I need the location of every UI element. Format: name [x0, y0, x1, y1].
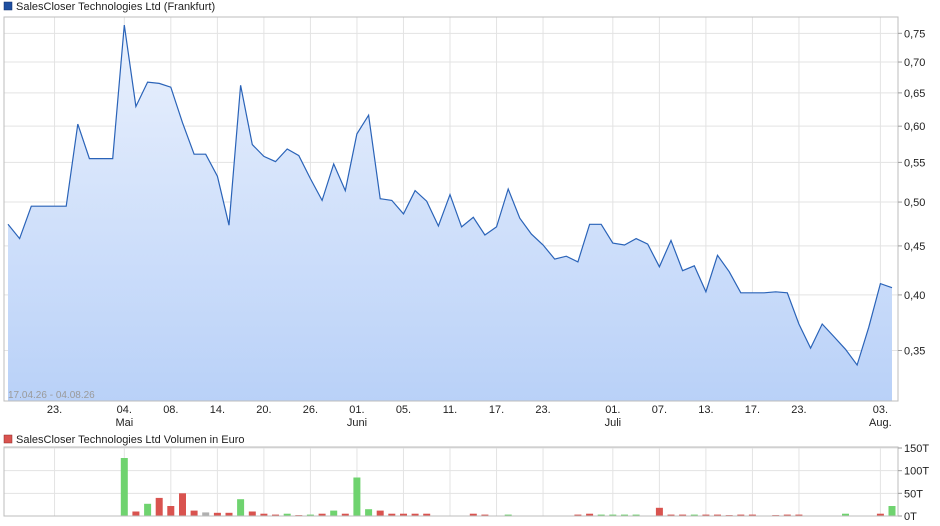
volume-bar: [365, 509, 373, 516]
price-y-tick-label: 0,50: [904, 197, 925, 209]
price-x-axis: 23. 04.Mai08. 14. 20. 26. 01.Juni05. 11. 17. 23.…: [47, 404, 892, 429]
price-x-month-label: Juni: [347, 417, 367, 429]
volume-bar: [179, 493, 186, 516]
volume-bar: [237, 499, 245, 516]
price-y-tick-label: 0,55: [904, 157, 925, 169]
volume-bar: [202, 512, 210, 516]
volume-y-tick-label: 150T: [904, 443, 929, 455]
price-y-tick-label: 0,75: [904, 28, 925, 40]
volume-plot: [3, 446, 899, 517]
price-y-tick-label: 0,60: [904, 121, 925, 133]
volume-bar: [376, 510, 384, 516]
volume-bar: [144, 503, 152, 516]
volume-bar: [155, 497, 163, 516]
volume-frame: [3, 446, 899, 517]
price-x-tick-label: 26.: [303, 404, 318, 416]
price-x-tick-label: 07.: [652, 404, 667, 416]
price-x-tick-label: 20.: [256, 404, 271, 416]
chart-canvas: SalesCloser Technologies Ltd (Frankfurt)…: [3, 1, 929, 523]
volume-bar: [167, 506, 175, 516]
volume-bars: [120, 458, 896, 516]
volume-legend: SalesCloser Technologies Ltd Volumen in …: [3, 434, 245, 446]
price-y-tick-label: 0,65: [904, 88, 925, 100]
price-x-tick-label: 08.: [163, 404, 178, 416]
volume-legend-label: SalesCloser Technologies Ltd Volumen in …: [16, 434, 245, 446]
volume-bar: [120, 458, 128, 516]
volume-bar: [190, 510, 198, 516]
price-x-tick-label: 17.: [745, 404, 760, 416]
price-x-tick-label: 04.: [117, 404, 132, 416]
price-x-tick-label: 01.: [349, 404, 364, 416]
price-x-month-label: Juli: [605, 417, 622, 429]
volume-bar: [132, 511, 140, 516]
price-x-tick-label: 17.: [489, 404, 504, 416]
price-y-tick-label: 0,40: [904, 290, 925, 302]
price-y-axis: 0,75 0,70 0,65 0,60 0,55 0,50 0,45 0,40 0,35: [898, 28, 925, 357]
price-y-tick-label: 0,35: [904, 345, 925, 357]
price-x-tick-label: 23.: [535, 404, 550, 416]
price-x-tick-label: 23.: [791, 404, 806, 416]
price-x-tick-label: 14.: [210, 404, 225, 416]
volume-bar: [353, 477, 361, 516]
volume-bar: [248, 511, 256, 516]
price-y-tick-label: 0,70: [904, 57, 925, 69]
price-x-month-label: Aug.: [869, 417, 892, 429]
volume-y-tick-label: 0T: [904, 511, 917, 523]
price-x-tick-label: 03.: [873, 404, 888, 416]
volume-legend-swatch: [3, 434, 13, 444]
price-plot: [3, 16, 899, 402]
price-legend-label: SalesCloser Technologies Ltd (Frankfurt): [16, 1, 215, 13]
date-range-label: 17.04.26 - 04.08.26: [8, 390, 95, 401]
volume-y-tick-label: 100T: [904, 466, 929, 478]
price-x-tick-label: 23.: [47, 404, 62, 416]
price-x-tick-label: 05.: [396, 404, 411, 416]
price-x-month-label: Mai: [115, 417, 133, 429]
volume-bar: [655, 507, 663, 516]
price-x-tick-label: 01.: [605, 404, 620, 416]
price-x-tick-label: 11.: [443, 404, 457, 416]
volume-bar: [888, 506, 896, 516]
price-x-tick-label: 13.: [698, 404, 713, 416]
volume-y-tick-label: 50T: [904, 488, 923, 500]
volume-y-axis: 150T 100T 50T 0T: [898, 443, 929, 523]
volume-grid: [4, 447, 898, 517]
price-legend: SalesCloser Technologies Ltd (Frankfurt): [3, 1, 215, 13]
price-legend-swatch: [3, 1, 13, 11]
price-y-tick-label: 0,45: [904, 241, 925, 253]
volume-bar: [330, 510, 338, 516]
